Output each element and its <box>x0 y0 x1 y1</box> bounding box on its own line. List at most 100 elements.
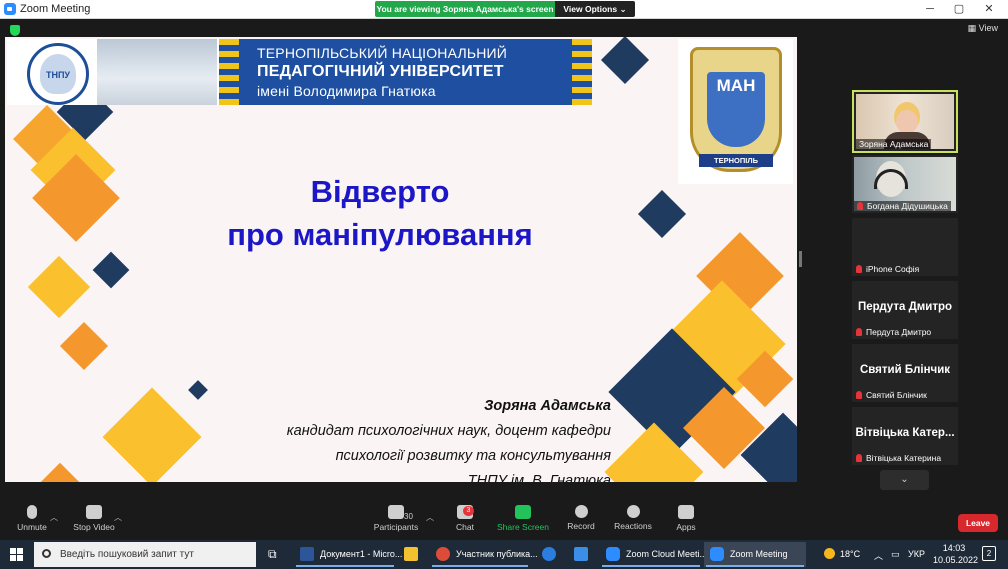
maximize-icon[interactable]: ▢ <box>944 1 974 18</box>
clock[interactable]: 14:03 10.05.2022 <box>933 543 979 565</box>
university-building-image <box>97 39 217 105</box>
decor-diamond <box>600 37 650 85</box>
minimize-icon[interactable]: ─ <box>915 1 945 18</box>
university-banner: ТНПУ ТЕРНОПІЛЬСЬКИЙ НАЦІОНАЛЬНИЙ ПЕДАГОГ… <box>7 39 592 105</box>
zoom-icon <box>710 547 724 561</box>
participant-name: Святий Блінчик <box>866 390 927 400</box>
weather-temp: 18°C <box>840 549 861 559</box>
participant-name: Зоряна Адамська <box>856 139 932 149</box>
window-title: Zoom Meeting <box>20 3 91 15</box>
clock-date: 10.05.2022 <box>933 555 979 565</box>
share-screen-icon <box>515 505 531 519</box>
decor-diamond <box>59 321 109 371</box>
apps-button[interactable]: Apps <box>654 505 718 532</box>
shared-screen-slide: ТНПУ ТЕРНОПІЛЬСЬКИЙ НАЦІОНАЛЬНИЙ ПЕДАГОГ… <box>5 37 797 482</box>
participant-name: Вітвіцька Катерина <box>866 453 942 463</box>
video-tile[interactable]: Вітвіцька Катер... Вітвіцька Катерина <box>852 407 958 465</box>
leave-button[interactable]: Leave <box>958 514 998 532</box>
author-title-line: психології розвитку та консультування <box>335 448 611 464</box>
taskbar-app-chrome[interactable]: Участник публика... <box>430 542 538 567</box>
slide-title-line: Відверто <box>310 174 450 209</box>
share-screen-button[interactable]: Share Screen <box>491 505 555 532</box>
reactions-smiley-icon <box>626 505 640 518</box>
ornament-right <box>572 39 592 105</box>
video-tile[interactable]: Пердута Дмитро Пердута Дмитро <box>852 281 958 339</box>
decor-diamond <box>92 251 130 289</box>
view-button[interactable]: ▦ View <box>968 23 998 34</box>
man-emblem: МАН ТЕРНОПІЛЬ <box>678 39 793 184</box>
muted-mic-icon <box>857 202 863 210</box>
muted-mic-icon <box>856 454 862 462</box>
folder-icon <box>404 547 418 561</box>
windows-start-icon[interactable] <box>10 548 23 561</box>
taskbar-app-zoom-cloud[interactable]: Zoom Cloud Meeti... <box>600 542 707 567</box>
clock-time: 14:03 <box>942 543 966 553</box>
meeting-controls: Unmute ︿ Stop Video ︿ Participants ︿ Cha… <box>0 502 1008 540</box>
taskbar-app-mail[interactable] <box>568 542 598 567</box>
decor-diamond <box>27 255 91 319</box>
record-icon <box>574 505 588 518</box>
video-options-chevron-icon[interactable]: ︿ <box>114 512 122 523</box>
muted-mic-icon <box>856 391 862 399</box>
decor-diamond <box>188 380 208 400</box>
viewing-screen-banner: You are viewing Зоряна Адамська's screen <box>375 1 555 17</box>
notifications-icon[interactable]: 2 <box>982 546 996 561</box>
decor-diamond <box>637 189 687 239</box>
muted-mic-icon <box>856 265 862 273</box>
participant-name: Богдана Дідушицька <box>867 201 948 211</box>
audio-options-chevron-icon[interactable]: ︿ <box>50 512 58 523</box>
author-title-line: ТНПУ ім. В. Гнатюка <box>467 473 611 482</box>
ornament-left <box>219 39 239 105</box>
university-name-line: ПЕДАГОГІЧНИЙ УНІВЕРСИТЕТ <box>257 63 504 80</box>
video-tile[interactable]: Зоряна Адамська <box>852 90 958 153</box>
windows-taskbar: Введіть пошуковий запит тут ⧉ Документ1 … <box>0 540 1008 569</box>
decor-diamond <box>102 387 202 482</box>
taskbar-app-edge[interactable] <box>536 542 566 567</box>
video-camera-icon <box>86 505 102 519</box>
task-view-icon[interactable]: ⧉ <box>268 547 277 562</box>
close-icon[interactable]: ✕ <box>974 1 1004 18</box>
participant-display-name: Пердута Дмитро <box>857 301 953 313</box>
search-placeholder: Введіть пошуковий запит тут <box>60 549 194 560</box>
search-icon <box>42 549 51 558</box>
view-options-button[interactable]: View Options ⌄ <box>555 1 635 17</box>
video-tile[interactable]: Святий Блінчик Святий Блінчик <box>852 344 958 402</box>
decor-diamond <box>38 462 82 482</box>
video-tile[interactable]: Богдана Дідушицька <box>852 155 958 213</box>
security-shield-icon[interactable] <box>10 25 20 36</box>
participant-name: Пердута Дмитро <box>866 327 932 337</box>
participants-button[interactable]: Participants <box>364 505 428 532</box>
taskbar-app-word[interactable]: Документ1 - Micro... <box>294 542 402 567</box>
participant-display-name: Вітвіцька Катер... <box>855 427 955 439</box>
participant-name: iPhone Софія <box>866 264 920 274</box>
slide-title-line: про маніпулювання <box>227 217 533 252</box>
video-tile[interactable]: iPhone Софія <box>852 218 958 276</box>
tray-chevron-icon[interactable]: ︿ <box>874 549 883 562</box>
participants-count: 30 <box>404 512 413 521</box>
author-title-line: кандидат психологічних наук, доцент кафе… <box>286 423 611 439</box>
edge-icon <box>542 547 556 561</box>
participants-icon <box>388 505 404 519</box>
taskbar-app-explorer[interactable] <box>398 542 428 567</box>
gallery-scroll-down-button[interactable]: ⌄ <box>880 470 929 490</box>
university-name-line: ТЕРНОПІЛЬСЬКИЙ НАЦІОНАЛЬНИЙ <box>257 45 508 61</box>
apps-icon <box>678 505 694 519</box>
participant-display-name: Святий Блінчик <box>859 364 951 376</box>
muted-mic-icon <box>856 328 862 336</box>
weather-icon[interactable]: 18°C <box>824 548 860 559</box>
title-bar: Zoom Meeting You are viewing Зоряна Адам… <box>0 0 1008 19</box>
network-icon[interactable]: ▭ <box>891 549 900 560</box>
author-name: Зоряна Адамська <box>484 398 611 414</box>
university-logo: ТНПУ <box>27 43 89 105</box>
word-icon <box>300 547 314 561</box>
chrome-icon <box>436 547 450 561</box>
split-view-handle[interactable] <box>799 251 802 267</box>
zoom-app-icon <box>4 3 16 15</box>
taskbar-search-box[interactable]: Введіть пошуковий запит тут <box>34 542 256 567</box>
chat-unread-badge: 3 <box>463 506 474 516</box>
mail-icon <box>574 547 588 561</box>
zoom-icon <box>606 547 620 561</box>
university-name-band: ТЕРНОПІЛЬСЬКИЙ НАЦІОНАЛЬНИЙ ПЕДАГОГІЧНИЙ… <box>219 39 592 105</box>
language-indicator[interactable]: УКР <box>908 549 925 559</box>
taskbar-app-zoom-meeting[interactable]: Zoom Meeting <box>704 542 806 567</box>
